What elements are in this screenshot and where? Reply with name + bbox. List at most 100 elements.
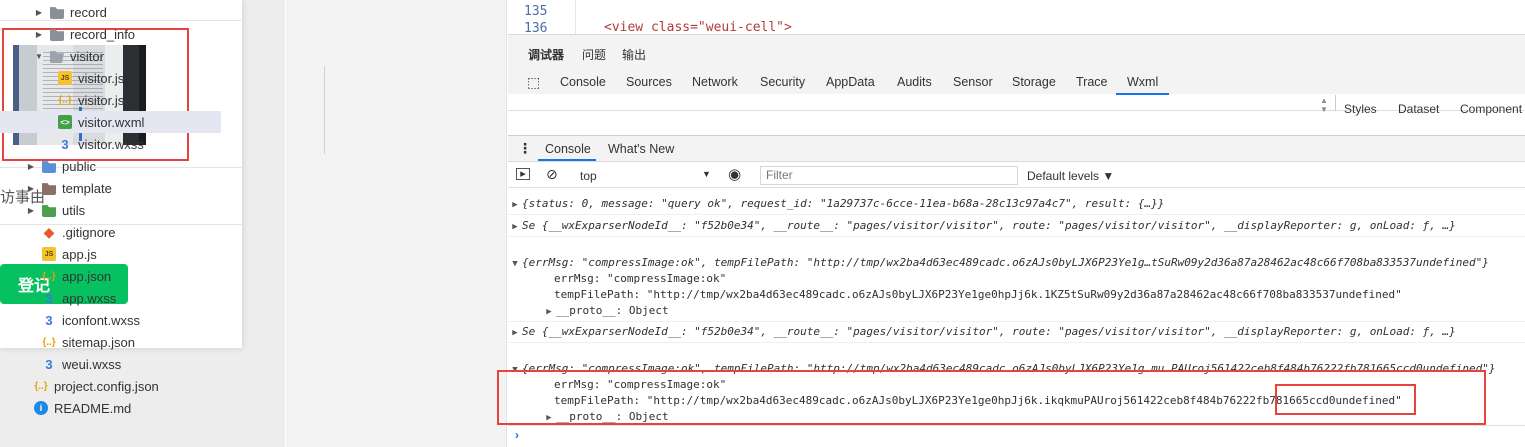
tree-item-template[interactable]: ▶ template [0,177,221,199]
wxss-file-icon: 3 [45,356,53,372]
chevron-down-icon: ▼ [35,51,43,61]
file-explorer [286,0,507,447]
folder-icon [42,161,56,173]
info-icon: i [34,401,48,415]
console-entry[interactable]: ▼ {errMsg: "compressImage:ok", tempFilePa… [508,256,1489,269]
tab-console[interactable]: Console [560,75,606,89]
tab-component[interactable]: Component [1460,102,1522,116]
context-select[interactable]: top [580,169,597,183]
chevron-down-icon: ▼ [512,259,518,269]
tree-item-visitor-wxml[interactable]: <> visitor.wxml [0,111,221,133]
tab-security[interactable]: Security [760,75,805,89]
devtools-window: 访事由 登记 ▶ record ▶ record_info ▼ visitor JS v… [0,0,1525,447]
js-file-icon: JS [58,71,72,85]
tree-item-gitignore[interactable]: ◆ .gitignore [0,221,221,243]
tree-item-app-wxss[interactable]: 3 app.wxss [0,287,221,309]
chevron-right-icon: ▶ [27,161,35,171]
sidebar-toggle-icon[interactable]: ▸ [516,168,530,180]
log-text: Se {__wxExparserNodeId__: "f52b0e34", __… [522,219,1456,232]
divider [508,214,1525,215]
tab-network[interactable]: Network [692,75,738,89]
folder-icon [50,29,64,41]
console-entry[interactable]: ▶ Se {__wxExparserNodeId__: "f52b0e34", _… [508,325,1456,338]
code-line: <view class="weui-cell"> [604,20,792,35]
console-entry[interactable]: ▶ Se {__wxExparserNodeId__: "f52b0e34", _… [508,219,1456,232]
chevron-right-icon: ▶ [546,307,552,317]
tab-trace[interactable]: Trace [1076,75,1108,89]
tree-item-label: record_info [70,26,136,42]
tab-output[interactable]: 输出 [622,46,646,63]
clear-console-icon[interactable]: ⊘ [546,166,558,183]
active-tab-indicator [538,159,596,161]
chevron-right-icon: ▶ [35,29,43,39]
tree-item-label: visitor.js [78,70,125,86]
tree-item-label: utils [62,202,86,218]
tree-item-label: iconfont.wxss [62,312,141,328]
tree-item-label: sitemap.json [62,334,135,350]
tree-item-label: .gitignore [62,224,116,240]
tree-item-record[interactable]: ▶ record [0,1,221,23]
json-file-icon: {..} [42,336,56,348]
tree-item-label: weui.wxss [62,356,122,372]
tree-item-label: app.wxss [62,290,117,306]
tree-item-visitor-js[interactable]: JS visitor.js [0,67,221,89]
tab-audits[interactable]: Audits [897,75,932,89]
chevron-right-icon: ▶ [27,183,35,193]
tree-item-label: README.md [54,400,132,416]
tab-appdata[interactable]: AppData [826,75,875,89]
more-vertical-icon[interactable]: ⋮ [518,140,532,157]
tree-item-label: visitor.wxss [78,136,144,152]
chevron-right-icon: ▶ [512,328,518,338]
filter-input[interactable]: Filter [760,166,1018,185]
tree-item-app-json[interactable]: {..} app.json [0,265,221,287]
tab-styles[interactable]: Styles [1344,102,1377,116]
tree-item-sitemap-json[interactable]: {..} sitemap.json [0,331,221,353]
property-proto[interactable]: ▶ __proto__: Object [542,304,669,317]
tab-console-drawer[interactable]: Console [545,142,591,156]
tree-guide-line [324,66,325,154]
tree-item-label: project.config.json [54,378,159,394]
tab-debugger[interactable]: 调试器 [528,46,564,63]
log-text: __proto__: Object [556,304,669,317]
tree-item-readme[interactable]: i README.md [0,397,221,419]
tree-item-label: app.js [62,246,97,262]
eye-icon[interactable]: ◉ [728,165,741,183]
tree-item-utils[interactable]: ▶ utils [0,199,221,221]
tab-sensor[interactable]: Sensor [953,75,993,89]
tab-issues[interactable]: 问题 [582,46,606,63]
tab-dataset[interactable]: Dataset [1398,102,1439,116]
wxss-file-icon: 3 [61,136,69,152]
tree-item-visitor-json[interactable]: {..} visitor.json [0,89,221,111]
tree-item-visitor[interactable]: ▼ visitor [0,45,221,67]
tree-item-iconfont-wxss[interactable]: 3 iconfont.wxss [0,309,221,331]
folder-icon [42,205,56,217]
console-entry[interactable]: ▶ {status: 0, message: "query ok", reques… [508,197,1164,210]
chevron-right-icon: ▶ [512,200,518,210]
git-icon: ◆ [43,223,55,240]
wxss-file-icon: 3 [45,290,53,306]
tab-sources[interactable]: Sources [626,75,672,89]
property-tempfilepath: tempFilePath: "http://tmp/wx2ba4d63ec489… [554,288,1402,301]
tree-item-app-js[interactable]: JS app.js [0,243,221,265]
tab-wxml[interactable]: Wxml [1127,75,1158,89]
tab-whats-new[interactable]: What's New [608,142,674,156]
divider [508,236,1525,237]
scroll-arrows-icon[interactable]: ▲ ▼ [1320,96,1328,114]
tree-item-visitor-wxss[interactable]: 3 visitor.wxss [0,133,221,155]
tree-item-label: visitor.json [78,92,139,108]
tree-item-project-config[interactable]: {..} project.config.json [0,375,221,397]
tree-item-public[interactable]: ▶ public [0,155,221,177]
tab-storage[interactable]: Storage [1012,75,1056,89]
json-file-icon: {..} [42,270,56,282]
tree-item-record-info[interactable]: ▶ record_info [0,23,221,45]
chevron-down-icon[interactable]: ▼ [702,169,711,179]
wxss-file-icon: 3 [45,312,53,328]
log-levels-select[interactable]: Default levels ▼ [1027,169,1114,183]
chevron-right-icon: ▶ [512,222,518,232]
chevron-right-icon: ▶ [27,205,35,215]
tree-item-weui-wxss[interactable]: 3 weui.wxss [0,353,221,375]
console-prompt-icon[interactable]: › [515,428,519,442]
inspect-icon[interactable]: ⬚ [527,74,540,91]
log-text: {status: 0, message: "query ok", request… [522,197,1165,210]
splitter[interactable] [1335,95,1336,111]
